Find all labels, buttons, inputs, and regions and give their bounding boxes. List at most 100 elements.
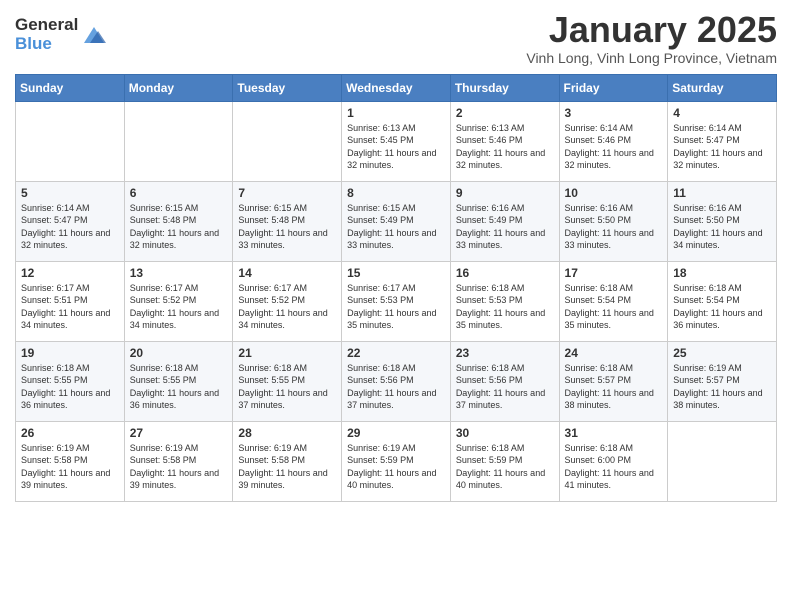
weekday-header: Tuesday bbox=[233, 74, 342, 101]
day-number: 13 bbox=[130, 266, 228, 280]
day-info: Sunrise: 6:18 AM Sunset: 6:00 PM Dayligh… bbox=[565, 443, 654, 491]
calendar-week-row: 26 Sunrise: 6:19 AM Sunset: 5:58 PM Dayli… bbox=[16, 421, 777, 501]
calendar-day-cell: 6Sunrise: 6:15 AM Sunset: 5:48 PM Daylig… bbox=[124, 181, 233, 261]
calendar-day-cell: 27Sunrise: 6:19 AM Sunset: 5:58 PM Dayli… bbox=[124, 421, 233, 501]
day-info: Sunrise: 6:18 AM Sunset: 5:55 PM Dayligh… bbox=[130, 363, 219, 411]
day-number: 2 bbox=[456, 106, 554, 120]
weekday-header: Thursday bbox=[450, 74, 559, 101]
day-info: Sunrise: 6:18 AM Sunset: 5:55 PM Dayligh… bbox=[21, 363, 110, 411]
weekday-header: Wednesday bbox=[342, 74, 451, 101]
day-info: Sunrise: 6:18 AM Sunset: 5:56 PM Dayligh… bbox=[456, 363, 545, 411]
calendar-day-cell: 12Sunrise: 6:17 AM Sunset: 5:51 PM Dayli… bbox=[16, 261, 125, 341]
day-number: 17 bbox=[565, 266, 663, 280]
calendar-day-cell: 25 Sunrise: 6:19 AM Sunset: 5:57 PM Dayli… bbox=[668, 341, 777, 421]
page-header: General Blue January 2025 Vinh Long, Vin… bbox=[15, 10, 777, 66]
calendar-day-cell: 19 Sunrise: 6:18 AM Sunset: 5:55 PM Dayli… bbox=[16, 341, 125, 421]
day-info: Sunrise: 6:18 AM Sunset: 5:56 PM Dayligh… bbox=[347, 363, 436, 411]
day-info: Sunrise: 6:16 AM Sunset: 5:49 PM Dayligh… bbox=[456, 203, 545, 251]
day-info: Sunrise: 6:15 AM Sunset: 5:49 PM Dayligh… bbox=[347, 203, 436, 251]
day-info: Sunrise: 6:14 AM Sunset: 5:47 PM Dayligh… bbox=[21, 203, 110, 251]
calendar-day-cell: 3 Sunrise: 6:14 AM Sunset: 5:46 PM Daylig… bbox=[559, 101, 668, 181]
calendar-day-cell: 8 Sunrise: 6:15 AM Sunset: 5:49 PM Daylig… bbox=[342, 181, 451, 261]
calendar-day-cell bbox=[124, 101, 233, 181]
day-info: Sunrise: 6:13 AM Sunset: 5:45 PM Dayligh… bbox=[347, 123, 436, 171]
calendar-day-cell: 31 Sunrise: 6:18 AM Sunset: 6:00 PM Dayli… bbox=[559, 421, 668, 501]
day-info: Sunrise: 6:18 AM Sunset: 5:55 PM Dayligh… bbox=[238, 363, 327, 411]
day-number: 23 bbox=[456, 346, 554, 360]
calendar-day-cell: 26 Sunrise: 6:19 AM Sunset: 5:58 PM Dayli… bbox=[16, 421, 125, 501]
day-info: Sunrise: 6:15 AM Sunset: 5:48 PM Dayligh… bbox=[238, 203, 327, 251]
day-number: 18 bbox=[673, 266, 771, 280]
calendar-week-row: 12Sunrise: 6:17 AM Sunset: 5:51 PM Dayli… bbox=[16, 261, 777, 341]
calendar-day-cell: 10 Sunrise: 6:16 AM Sunset: 5:50 PM Dayli… bbox=[559, 181, 668, 261]
calendar-table: SundayMondayTuesdayWednesdayThursdayFrid… bbox=[15, 74, 777, 502]
day-number: 19 bbox=[21, 346, 119, 360]
calendar-day-cell: 30 Sunrise: 6:18 AM Sunset: 5:59 PM Dayli… bbox=[450, 421, 559, 501]
calendar-day-cell: 1 Sunrise: 6:13 AM Sunset: 5:45 PM Daylig… bbox=[342, 101, 451, 181]
logo-blue: Blue bbox=[15, 35, 78, 54]
day-number: 14 bbox=[238, 266, 336, 280]
day-info: Sunrise: 6:14 AM Sunset: 5:46 PM Dayligh… bbox=[565, 123, 654, 171]
day-number: 10 bbox=[565, 186, 663, 200]
calendar-day-cell: 28 Sunrise: 6:19 AM Sunset: 5:58 PM Dayli… bbox=[233, 421, 342, 501]
day-info: Sunrise: 6:18 AM Sunset: 5:57 PM Dayligh… bbox=[565, 363, 654, 411]
day-info: Sunrise: 6:19 AM Sunset: 5:59 PM Dayligh… bbox=[347, 443, 436, 491]
calendar-day-cell: 23 Sunrise: 6:18 AM Sunset: 5:56 PM Dayli… bbox=[450, 341, 559, 421]
day-info: Sunrise: 6:16 AM Sunset: 5:50 PM Dayligh… bbox=[565, 203, 654, 251]
calendar-day-cell: 4Sunrise: 6:14 AM Sunset: 5:47 PM Daylig… bbox=[668, 101, 777, 181]
calendar-day-cell: 18 Sunrise: 6:18 AM Sunset: 5:54 PM Dayli… bbox=[668, 261, 777, 341]
month-title: January 2025 bbox=[526, 10, 777, 50]
calendar-week-row: 19 Sunrise: 6:18 AM Sunset: 5:55 PM Dayli… bbox=[16, 341, 777, 421]
day-number: 15 bbox=[347, 266, 445, 280]
calendar-day-cell: 11 Sunrise: 6:16 AM Sunset: 5:50 PM Dayli… bbox=[668, 181, 777, 261]
day-number: 8 bbox=[347, 186, 445, 200]
day-info: Sunrise: 6:18 AM Sunset: 5:54 PM Dayligh… bbox=[673, 283, 762, 331]
day-number: 1 bbox=[347, 106, 445, 120]
calendar-day-cell: 13Sunrise: 6:17 AM Sunset: 5:52 PM Dayli… bbox=[124, 261, 233, 341]
calendar-day-cell: 9Sunrise: 6:16 AM Sunset: 5:49 PM Daylig… bbox=[450, 181, 559, 261]
day-info: Sunrise: 6:19 AM Sunset: 5:57 PM Dayligh… bbox=[673, 363, 762, 411]
day-number: 29 bbox=[347, 426, 445, 440]
day-info: Sunrise: 6:18 AM Sunset: 5:59 PM Dayligh… bbox=[456, 443, 545, 491]
day-number: 22 bbox=[347, 346, 445, 360]
calendar-day-cell: 5Sunrise: 6:14 AM Sunset: 5:47 PM Daylig… bbox=[16, 181, 125, 261]
calendar-day-cell: 20 Sunrise: 6:18 AM Sunset: 5:55 PM Dayli… bbox=[124, 341, 233, 421]
calendar-day-cell: 21Sunrise: 6:18 AM Sunset: 5:55 PM Dayli… bbox=[233, 341, 342, 421]
day-info: Sunrise: 6:18 AM Sunset: 5:54 PM Dayligh… bbox=[565, 283, 654, 331]
calendar-day-cell: 7Sunrise: 6:15 AM Sunset: 5:48 PM Daylig… bbox=[233, 181, 342, 261]
calendar-day-cell bbox=[233, 101, 342, 181]
day-number: 26 bbox=[21, 426, 119, 440]
weekday-header: Sunday bbox=[16, 74, 125, 101]
day-number: 16 bbox=[456, 266, 554, 280]
calendar-day-cell: 17 Sunrise: 6:18 AM Sunset: 5:54 PM Dayli… bbox=[559, 261, 668, 341]
day-info: Sunrise: 6:19 AM Sunset: 5:58 PM Dayligh… bbox=[21, 443, 110, 491]
calendar-day-cell: 24 Sunrise: 6:18 AM Sunset: 5:57 PM Dayli… bbox=[559, 341, 668, 421]
calendar-day-cell bbox=[668, 421, 777, 501]
day-info: Sunrise: 6:16 AM Sunset: 5:50 PM Dayligh… bbox=[673, 203, 762, 251]
day-number: 28 bbox=[238, 426, 336, 440]
calendar-day-cell: 15Sunrise: 6:17 AM Sunset: 5:53 PM Dayli… bbox=[342, 261, 451, 341]
weekday-header: Saturday bbox=[668, 74, 777, 101]
calendar-day-cell bbox=[16, 101, 125, 181]
calendar-day-cell: 22 Sunrise: 6:18 AM Sunset: 5:56 PM Dayli… bbox=[342, 341, 451, 421]
day-info: Sunrise: 6:19 AM Sunset: 5:58 PM Dayligh… bbox=[238, 443, 327, 491]
calendar-day-cell: 2Sunrise: 6:13 AM Sunset: 5:46 PM Daylig… bbox=[450, 101, 559, 181]
calendar-week-row: 1 Sunrise: 6:13 AM Sunset: 5:45 PM Daylig… bbox=[16, 101, 777, 181]
day-info: Sunrise: 6:17 AM Sunset: 5:52 PM Dayligh… bbox=[238, 283, 327, 331]
calendar-week-row: 5Sunrise: 6:14 AM Sunset: 5:47 PM Daylig… bbox=[16, 181, 777, 261]
day-number: 20 bbox=[130, 346, 228, 360]
day-info: Sunrise: 6:19 AM Sunset: 5:58 PM Dayligh… bbox=[130, 443, 219, 491]
logo-general: General bbox=[15, 16, 78, 35]
day-number: 25 bbox=[673, 346, 771, 360]
logo-icon bbox=[80, 21, 108, 49]
day-number: 24 bbox=[565, 346, 663, 360]
weekday-row: SundayMondayTuesdayWednesdayThursdayFrid… bbox=[16, 74, 777, 101]
day-number: 11 bbox=[673, 186, 771, 200]
calendar-day-cell: 29 Sunrise: 6:19 AM Sunset: 5:59 PM Dayli… bbox=[342, 421, 451, 501]
day-number: 3 bbox=[565, 106, 663, 120]
location-title: Vinh Long, Vinh Long Province, Vietnam bbox=[526, 50, 777, 66]
day-number: 30 bbox=[456, 426, 554, 440]
logo: General Blue bbox=[15, 16, 108, 53]
day-number: 31 bbox=[565, 426, 663, 440]
day-info: Sunrise: 6:15 AM Sunset: 5:48 PM Dayligh… bbox=[130, 203, 219, 251]
